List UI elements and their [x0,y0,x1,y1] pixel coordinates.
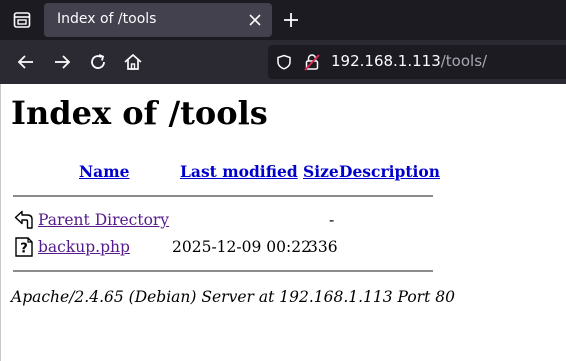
insecure-lock-icon[interactable] [304,53,320,71]
url-text[interactable]: 192.168.1.113/tools/ [331,52,487,70]
column-header-last-modified[interactable]: Last modified [180,162,298,181]
close-icon[interactable] [248,13,262,27]
tab-list-icon [13,12,31,28]
column-header-size[interactable]: Size [303,162,339,181]
navigation-toolbar: 192.168.1.113/tools/ [0,40,566,84]
address-bar[interactable]: 192.168.1.113/tools/ [268,45,566,79]
svg-text:?: ? [20,242,28,257]
active-tab[interactable]: Index of /tools [44,3,272,37]
reload-icon[interactable] [87,51,109,73]
server-signature: Apache/2.4.65 (Debian) Server at 192.168… [11,288,455,306]
parent-directory-size: - [329,211,335,229]
unknown-file-icon: ? [15,237,33,257]
header-divider [13,195,433,197]
tab-bar: Index of /tools [0,0,566,40]
forward-arrow-icon[interactable] [51,51,73,73]
page-content: Index of /tools Name Last modified Size … [0,84,566,361]
new-tab-icon[interactable] [282,11,300,29]
tab-list-button[interactable] [0,0,44,40]
url-host: 192.168.1.113 [331,52,441,70]
home-icon[interactable] [122,51,144,73]
file-link-backup-php[interactable]: backup.php [38,238,130,256]
back-arrow-icon[interactable] [15,51,37,73]
column-header-name[interactable]: Name [79,162,129,181]
url-path: /tools/ [440,52,488,70]
file-size: 336 [308,238,338,256]
parent-directory-link[interactable]: Parent Directory [38,211,169,229]
page-title: Index of /tools [11,94,268,132]
tab-title: Index of /tools [57,11,157,27]
back-icon [14,210,33,229]
footer-divider [13,270,433,272]
column-header-description[interactable]: Description [339,162,440,181]
file-last-modified: 2025-12-09 00:22 [172,238,311,256]
shield-icon[interactable] [276,54,292,70]
